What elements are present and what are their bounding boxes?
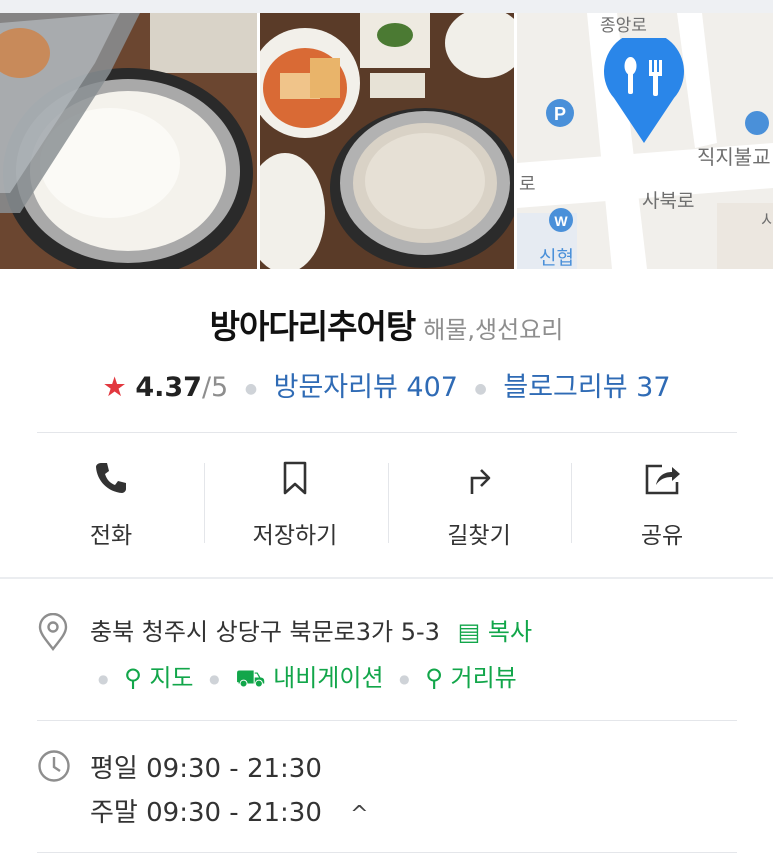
star-icon: ★ (102, 372, 127, 403)
street-view-icon: ⚲ (425, 664, 443, 692)
section-divider (0, 577, 773, 579)
place-name: 방아다리추어탕 (209, 307, 417, 346)
map-label-school: 직지불교 (697, 145, 771, 169)
bookmark-icon (283, 461, 307, 495)
map-thumbnail[interactable]: P W 종앙로 직지불교 로 사북로 신협 시 (517, 13, 773, 269)
phone-icon (96, 463, 126, 493)
divider (37, 720, 737, 721)
svg-text:P: P (554, 104, 566, 124)
save-button[interactable]: 저장하기 (205, 460, 385, 550)
save-label: 저장하기 (252, 523, 338, 549)
weekend-hours-row: 주말 09:30 - 21:30 ^ (90, 792, 369, 829)
directions-button[interactable]: 길찾기 (389, 460, 569, 550)
restaurant-photo-2[interactable] (260, 13, 514, 269)
map-link[interactable]: ⚲ 지도 (124, 664, 193, 692)
call-label: 전화 (89, 523, 133, 549)
separator-dot: ● (399, 672, 410, 686)
blog-reviews-link[interactable]: 블로그리뷰 37 (503, 372, 670, 403)
restaurant-photo-1[interactable] (0, 13, 257, 269)
weekday-hours: 평일 09:30 - 21:30 (90, 754, 322, 784)
place-category: 해물,생선요리 (423, 316, 564, 344)
map-label-bank: 신협 (539, 247, 574, 269)
share-label: 공유 (640, 523, 684, 549)
share-icon (645, 464, 680, 495)
clock-icon (38, 750, 70, 782)
rating-score: 4.37 (135, 372, 202, 403)
address-line: 충북 청주시 상당구 북문로3가 5-3 ▤ 복사 (90, 612, 532, 647)
separator-dot: ● (244, 380, 258, 397)
map-pin-icon: ⚲ (124, 664, 142, 692)
divider (37, 432, 737, 433)
directions-icon (470, 469, 491, 494)
map-label-right-edge: 시 (761, 211, 773, 231)
rating-max: /5 (201, 372, 229, 403)
map-label-top-road: 종앙로 (600, 16, 647, 36)
map-label-road-mid: 사북로 (642, 190, 695, 212)
copy-icon: ▤ (457, 618, 481, 646)
copy-address-button[interactable]: ▤ 복사 (458, 618, 533, 646)
place-header: 방아다리추어탕 해물,생선요리 (0, 300, 773, 348)
directions-label: 길찾기 (447, 523, 511, 549)
visitor-reviews-link[interactable]: 방문자리뷰 407 (274, 372, 458, 403)
share-button[interactable]: 공유 (572, 460, 752, 550)
address-text: 충북 청주시 상당구 북문로3가 5-3 (90, 618, 440, 646)
location-icon (38, 613, 68, 651)
separator-dot: ● (98, 672, 109, 686)
address-links: ● ⚲ 지도 ● ⛟ 내비게이션 ● ⚲ 거리뷰 (90, 658, 517, 695)
divider (37, 852, 737, 853)
weekend-hours: 주말 09:30 - 21:30 (90, 798, 322, 828)
top-status-strip (0, 0, 773, 13)
car-icon: ⛟ (235, 664, 266, 692)
restaurant-pin-icon[interactable] (604, 38, 684, 148)
collapse-hours-button[interactable]: ^ (350, 802, 368, 827)
call-button[interactable]: 전화 (21, 460, 201, 550)
rating-line: ★ 4.37/5 ● 방문자리뷰 407 ● 블로그리뷰 37 (0, 365, 773, 404)
separator-dot: ● (209, 672, 220, 686)
map-label-road-left: 로 (519, 174, 536, 195)
svg-text:W: W (554, 213, 568, 229)
navigation-link[interactable]: ⛟ 내비게이션 (235, 664, 383, 692)
separator-dot: ● (474, 380, 487, 397)
street-view-link[interactable]: ⚲ 거리뷰 (425, 664, 516, 692)
